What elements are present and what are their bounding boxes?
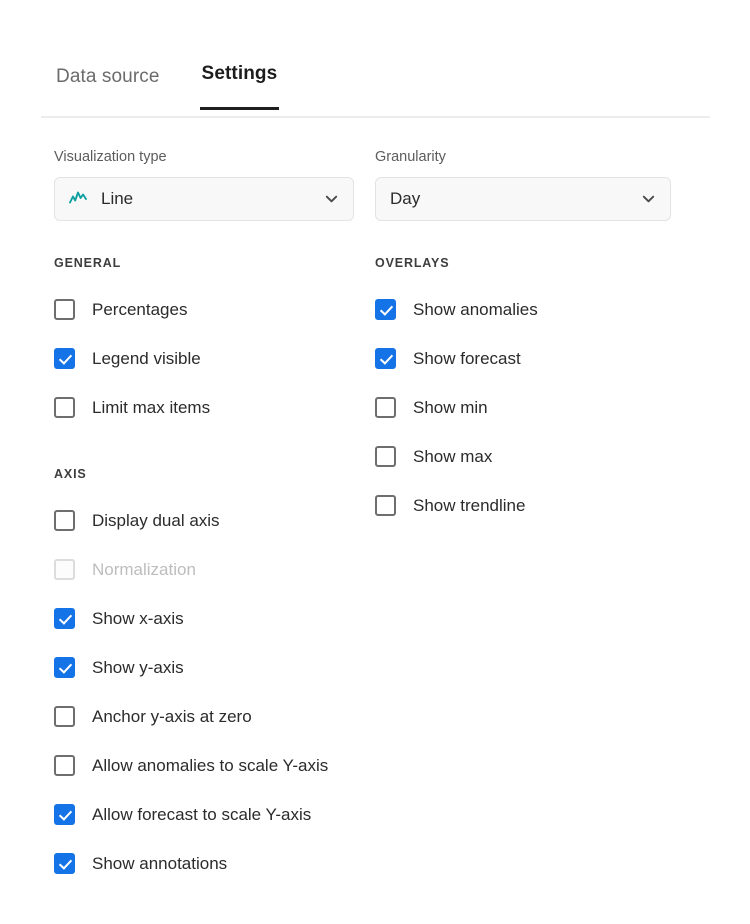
- checkbox-label-legend-visible: Legend visible: [92, 349, 201, 368]
- checkbox-label-show-anomalies: Show anomalies: [413, 300, 538, 319]
- checkbox-row-show-annotations[interactable]: Show annotations: [54, 839, 354, 888]
- checkbox-label-normalization: Normalization: [92, 560, 196, 579]
- checkbox-anchor-y-axis-at-zero[interactable]: [54, 706, 75, 727]
- section-title-overlays: OVERLAYS: [375, 256, 450, 270]
- left-column: Visualization type Line GENERAL Percenta…: [54, 148, 354, 888]
- checkbox-row-display-dual-axis[interactable]: Display dual axis: [54, 496, 354, 545]
- tab-settings[interactable]: Settings: [199, 62, 280, 110]
- checkbox-label-show-annotations: Show annotations: [92, 854, 228, 873]
- checkbox-show-annotations[interactable]: [54, 853, 75, 874]
- checkbox-label-display-dual-axis: Display dual axis: [92, 511, 220, 530]
- checkbox-display-dual-axis[interactable]: [54, 510, 75, 531]
- checkbox-label-anchor-y-axis-at-zero: Anchor y-axis at zero: [92, 707, 252, 726]
- checkbox-allow-forecast-scale-y[interactable]: [54, 804, 75, 825]
- checkbox-row-allow-anomalies-scale-y[interactable]: Allow anomalies to scale Y-axis: [54, 741, 354, 790]
- right-column: Granularity Day OVERLAYS Show anomalies …: [375, 148, 671, 530]
- chevron-down-icon: [642, 195, 655, 203]
- checkbox-label-allow-anomalies-scale-y: Allow anomalies to scale Y-axis: [92, 756, 329, 775]
- checkbox-row-show-y-axis[interactable]: Show y-axis: [54, 643, 354, 692]
- checkbox-allow-anomalies-scale-y[interactable]: [54, 755, 75, 776]
- section-title-general: GENERAL: [54, 256, 122, 270]
- checkbox-show-min[interactable]: [375, 397, 396, 418]
- checkbox-label-show-max: Show max: [413, 447, 493, 466]
- checkbox-row-legend-visible[interactable]: Legend visible: [54, 334, 354, 383]
- checkbox-legend-visible[interactable]: [54, 348, 75, 369]
- axis-options-list: Display dual axis Normalization Show x-a…: [54, 496, 354, 888]
- chevron-down-icon: [325, 195, 338, 203]
- checkbox-show-y-axis[interactable]: [54, 657, 75, 678]
- tab-bar: Data source Settings: [54, 62, 280, 110]
- checkbox-row-limit-max-items[interactable]: Limit max items: [54, 383, 354, 432]
- checkbox-row-normalization: Normalization: [54, 545, 354, 594]
- checkbox-normalization: [54, 559, 75, 580]
- checkbox-label-allow-forecast-scale-y: Allow forecast to scale Y-axis: [92, 805, 312, 824]
- checkbox-show-max[interactable]: [375, 446, 396, 467]
- visualization-type-label: Visualization type: [54, 149, 167, 165]
- checkbox-row-show-min[interactable]: Show min: [375, 383, 671, 432]
- granularity-value: Day: [390, 189, 421, 208]
- tab-data-source[interactable]: Data source: [54, 65, 162, 110]
- checkbox-label-show-trendline: Show trendline: [413, 496, 526, 515]
- checkbox-show-x-axis[interactable]: [54, 608, 75, 629]
- checkbox-limit-max-items[interactable]: [54, 397, 75, 418]
- checkbox-label-show-x-axis: Show x-axis: [92, 609, 184, 628]
- visualization-type-select[interactable]: Line: [54, 177, 354, 221]
- general-options-list: Percentages Legend visible Limit max ite…: [54, 285, 354, 432]
- section-title-axis: AXIS: [54, 467, 87, 481]
- checkbox-row-allow-forecast-scale-y[interactable]: Allow forecast to scale Y-axis: [54, 790, 354, 839]
- checkbox-label-show-y-axis: Show y-axis: [92, 658, 184, 677]
- checkbox-show-forecast[interactable]: [375, 348, 396, 369]
- checkbox-show-trendline[interactable]: [375, 495, 396, 516]
- checkbox-percentages[interactable]: [54, 299, 75, 320]
- checkbox-label-limit-max-items: Limit max items: [92, 398, 211, 417]
- checkbox-row-show-trendline[interactable]: Show trendline: [375, 481, 671, 530]
- line-chart-icon: [69, 191, 87, 204]
- checkbox-row-anchor-y-axis-at-zero[interactable]: Anchor y-axis at zero: [54, 692, 354, 741]
- tab-divider: [41, 116, 710, 118]
- checkbox-show-anomalies[interactable]: [375, 299, 396, 320]
- checkbox-label-show-forecast: Show forecast: [413, 349, 521, 368]
- checkbox-row-show-forecast[interactable]: Show forecast: [375, 334, 671, 383]
- granularity-label: Granularity: [375, 149, 446, 165]
- visualization-type-value: Line: [101, 189, 134, 208]
- overlays-options-list: Show anomalies Show forecast Show min Sh…: [375, 285, 671, 530]
- checkbox-row-show-max[interactable]: Show max: [375, 432, 671, 481]
- checkbox-row-show-anomalies[interactable]: Show anomalies: [375, 285, 671, 334]
- checkbox-row-show-x-axis[interactable]: Show x-axis: [54, 594, 354, 643]
- checkbox-label-percentages: Percentages: [92, 300, 188, 319]
- checkbox-label-show-min: Show min: [413, 398, 488, 417]
- settings-panel: Data source Settings Visualization type …: [0, 0, 750, 924]
- granularity-select[interactable]: Day: [375, 177, 671, 221]
- checkbox-row-percentages[interactable]: Percentages: [54, 285, 354, 334]
